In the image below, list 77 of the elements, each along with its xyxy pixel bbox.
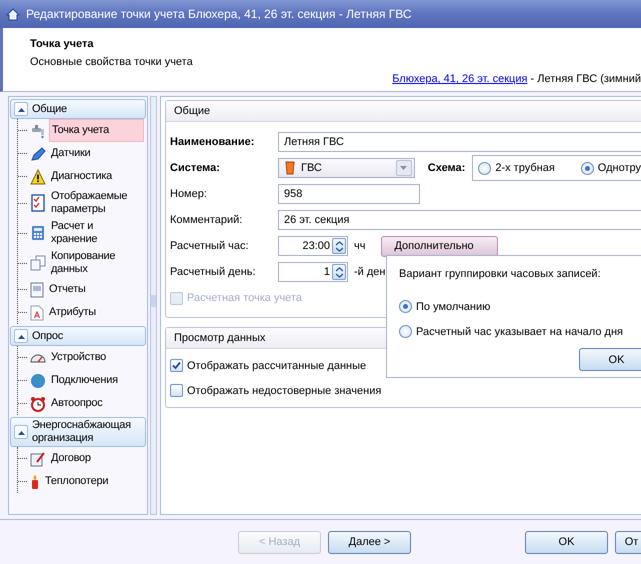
collapse-icon[interactable]: [14, 425, 28, 439]
field-label: Схема:: [428, 162, 466, 174]
nav-item[interactable]: Копирование данных: [49, 248, 144, 278]
window-title: Редактирование точки учета Блюхера, 41, 26 эт. секция - Летняя ГВС: [26, 7, 412, 21]
nav-group-header[interactable]: Общие: [10, 99, 146, 119]
radio-button[interactable]: [399, 325, 412, 338]
document-icon: [30, 304, 44, 320]
field-label: Номер:: [170, 188, 208, 200]
checkbox[interactable]: [170, 359, 183, 372]
spin-buttons-icon[interactable]: [332, 264, 346, 280]
checkbox-label: Отображать рассчитанные данные: [187, 360, 366, 372]
section-header: Общие: [166, 101, 641, 122]
page-title: Точка учета: [30, 38, 94, 50]
radio-label: По умолчанию: [416, 300, 490, 312]
candle-icon: [30, 474, 40, 490]
spin-field[interactable]: 1: [278, 262, 348, 282]
radio-button[interactable]: [399, 300, 412, 313]
radio-button[interactable]: [580, 162, 594, 174]
checkbox[interactable]: [170, 384, 183, 397]
checkbox-label: Расчетная точка учета: [187, 292, 302, 304]
field-label: Система:: [170, 162, 221, 174]
nav-item[interactable]: Датчики: [49, 145, 144, 162]
number-field[interactable]: 958: [278, 184, 420, 204]
unit-label: чч: [354, 240, 366, 252]
breadcrumb-link[interactable]: Блюхера, 41, 26 эт. секция: [392, 73, 528, 85]
warning-icon: [30, 168, 46, 184]
faucet-icon: [30, 122, 46, 138]
field-label: Комментарий:: [170, 214, 244, 226]
nav-group-header[interactable]: Опрос: [10, 326, 146, 346]
radio-button[interactable]: [478, 162, 492, 174]
copy-icon: [30, 255, 46, 271]
footer-button[interactable]: OK: [525, 530, 608, 554]
checklist-icon: [30, 194, 46, 212]
house-icon: [6, 8, 20, 20]
spin-buttons-icon[interactable]: [332, 238, 346, 254]
nav-item[interactable]: Диагностика: [49, 168, 144, 185]
collapse-icon[interactable]: [14, 329, 28, 343]
pencil-icon: [30, 146, 46, 162]
nav-item[interactable]: Теплопотери: [43, 473, 144, 490]
nav-item[interactable]: Атрибуты: [47, 304, 144, 321]
nav-item[interactable]: Договор: [49, 450, 144, 467]
document-pen-icon: [30, 450, 46, 466]
more-button[interactable]: Дополнительно: [381, 236, 498, 256]
nav-item[interactable]: Автоопрос: [49, 395, 144, 412]
nav-item[interactable]: Подключения: [49, 372, 144, 389]
nav-item[interactable]: Точка учета: [49, 119, 144, 142]
radio-label: 2-х трубная: [495, 162, 555, 174]
nav-group-header[interactable]: Энергоснабжающая организация: [10, 417, 146, 447]
nav-item[interactable]: Отображаемые параметры: [49, 188, 144, 218]
checkbox-label: Отображать недостоверные значения: [187, 384, 382, 396]
document-icon: [30, 282, 44, 298]
ok-button[interactable]: OK: [579, 348, 641, 371]
radio-label: Расчетный час указывает на начало дня: [416, 326, 623, 338]
globe-icon: [30, 372, 46, 388]
field-label: Наименование:: [170, 136, 256, 148]
alarm-clock-icon: [30, 396, 46, 412]
scrollbar[interactable]: [150, 96, 157, 515]
page-subtitle: Основные свойства точки учета: [30, 56, 193, 68]
dropdown-icon[interactable]: [396, 160, 412, 176]
unit-label: -й ден: [354, 266, 386, 278]
name-field[interactable]: Летняя ГВС: [278, 132, 641, 152]
system-dropdown[interactable]: ГВС: [278, 158, 415, 178]
footer-button[interactable]: От: [615, 530, 641, 554]
radio-label: Однотру: [598, 162, 641, 174]
breadcrumb: Блюхера, 41, 26 эт. секция - Летняя ГВС (зимний: [392, 73, 641, 85]
comment-field[interactable]: 26 эт. секция: [278, 210, 641, 230]
glass-icon: [285, 161, 295, 175]
field-label: Расчетный час:: [170, 240, 250, 252]
footer-button[interactable]: Далее >: [328, 530, 411, 554]
popup-title: Вариант группировки часовых записей:: [399, 268, 602, 280]
nav-item[interactable]: Отчеты: [47, 281, 144, 298]
field-label: Расчетный день:: [170, 266, 257, 278]
calculator-icon: [30, 225, 46, 241]
collapse-icon[interactable]: [14, 102, 28, 116]
nav-item[interactable]: Устройство: [49, 349, 144, 366]
spin-field[interactable]: 23:00: [278, 236, 348, 256]
nav-item[interactable]: Расчет и хранение: [49, 218, 144, 248]
